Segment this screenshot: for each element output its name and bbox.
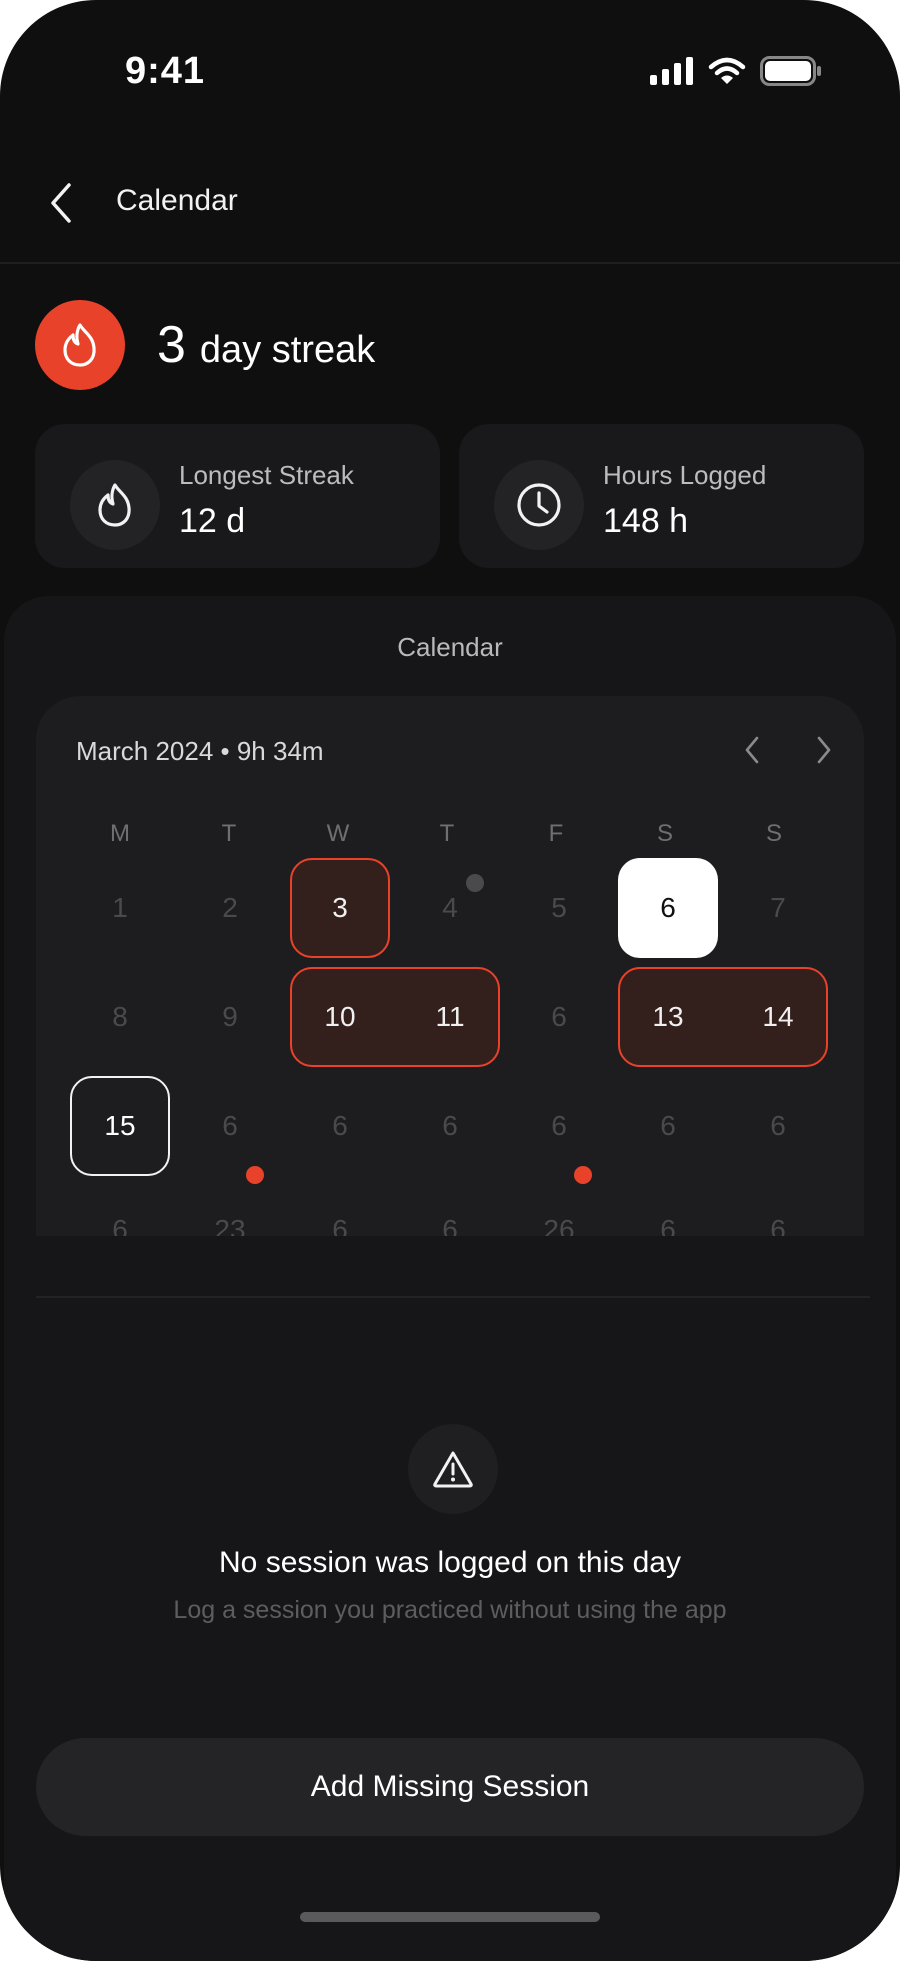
calendar-day[interactable]: 6	[509, 967, 609, 1067]
calendar-day[interactable]: 7	[728, 858, 828, 958]
calendar-day[interactable]: 6	[400, 1180, 500, 1236]
app-header: Calendar	[0, 140, 900, 264]
streak-badge	[35, 300, 125, 390]
weekday-header: T	[221, 820, 237, 847]
calendar-day[interactable]: 6	[728, 1180, 828, 1236]
calendar-day[interactable]: 26	[509, 1180, 609, 1236]
calendar-day[interactable]: 6	[728, 1076, 828, 1176]
calendar-month-label: March 2024 • 9h 34m	[76, 736, 324, 766]
calendar-day[interactable]: 14	[728, 967, 828, 1067]
longest-streak-label: Longest Streak	[179, 460, 354, 490]
back-button[interactable]	[38, 178, 84, 228]
wifi-icon	[708, 57, 746, 84]
weekday-header: M	[110, 820, 130, 847]
calendar-card: March 2024 • 9h 34m M T W T F S S 1 2 3 …	[36, 696, 864, 1236]
hours-logged-value: 148 h	[603, 502, 689, 540]
streak-count: 3	[157, 316, 186, 374]
calendar-day[interactable]: 23	[180, 1180, 280, 1236]
calendar-day[interactable]: 1	[70, 858, 170, 958]
session-dot	[466, 874, 484, 892]
empty-state-subtitle: Log a session you practiced without usin…	[173, 1596, 727, 1624]
calendar-day[interactable]: 6	[290, 1180, 390, 1236]
flame-icon	[63, 323, 96, 367]
calendar-day-today[interactable]: 15	[70, 1076, 170, 1176]
weekday-header: S	[765, 820, 782, 847]
status-bar: 9:41	[0, 0, 900, 140]
calendar-sheet: Calendar March 2024 • 9h 34m M T W T F S…	[4, 596, 896, 1961]
chevron-right-icon	[817, 736, 831, 764]
calendar-day[interactable]: 3	[290, 858, 390, 958]
calendar-day[interactable]: 8	[70, 967, 170, 1067]
calendar-day[interactable]: 6	[400, 1076, 500, 1176]
signal-icon	[650, 57, 693, 85]
header-title: Calendar	[116, 184, 238, 217]
calendar-section-title: Calendar	[397, 632, 503, 662]
status-time: 9:41	[125, 50, 206, 92]
calendar-day[interactable]: 11	[400, 967, 500, 1067]
hours-logged-label: Hours Logged	[603, 460, 767, 490]
longest-streak-value: 12 d	[179, 502, 246, 540]
calendar-day[interactable]: 13	[618, 967, 718, 1067]
chevron-left-icon	[51, 183, 71, 223]
longest-streak-icon-wrap	[70, 460, 160, 550]
weekday-header: F	[548, 820, 564, 847]
empty-state-title: No session was logged on this day	[219, 1546, 681, 1579]
flame-icon	[98, 483, 131, 527]
streak-banner: 3 day streak	[35, 300, 375, 390]
longest-streak-card: Longest Streak 12 d	[35, 424, 440, 568]
calendar-day[interactable]: 2	[180, 858, 280, 958]
clock-icon	[517, 483, 561, 527]
calendar-day[interactable]: 4	[400, 858, 500, 958]
calendar-day[interactable]: 10	[290, 967, 390, 1067]
calendar-day-selected[interactable]: 6	[618, 858, 718, 958]
weekday-header: S	[656, 820, 673, 847]
calendar-day[interactable]: 6	[618, 1180, 718, 1236]
phone-screen: 9:41 Calendar 3 day streak Longest Strea…	[0, 0, 900, 1961]
streak-label: day streak	[199, 329, 376, 371]
warning-icon	[433, 1451, 473, 1488]
hours-logged-card: Hours Logged 148 h	[459, 424, 864, 568]
section-divider	[36, 1296, 870, 1298]
calendar-day[interactable]: 5	[509, 858, 609, 958]
next-month-button[interactable]	[804, 730, 844, 770]
calendar-day[interactable]: 9	[180, 967, 280, 1067]
streak-text: 3 day streak	[157, 315, 375, 375]
weekday-header: T	[439, 820, 455, 847]
weekday-header: W	[326, 820, 350, 847]
add-missing-session-button[interactable]: Add Missing Session	[36, 1738, 864, 1836]
status-icons	[650, 54, 822, 88]
home-indicator	[300, 1912, 600, 1922]
hours-logged-icon-wrap	[494, 460, 584, 550]
calendar-day[interactable]: 6	[70, 1180, 170, 1236]
battery-icon	[760, 56, 821, 86]
calendar-day[interactable]: 6	[509, 1076, 609, 1176]
prev-month-button[interactable]	[732, 730, 772, 770]
chevron-left-icon	[745, 736, 759, 764]
calendar-day[interactable]: 6	[290, 1076, 390, 1176]
warning-badge	[408, 1424, 498, 1514]
calendar-day[interactable]: 6	[180, 1076, 280, 1176]
calendar-day[interactable]: 6	[618, 1076, 718, 1176]
